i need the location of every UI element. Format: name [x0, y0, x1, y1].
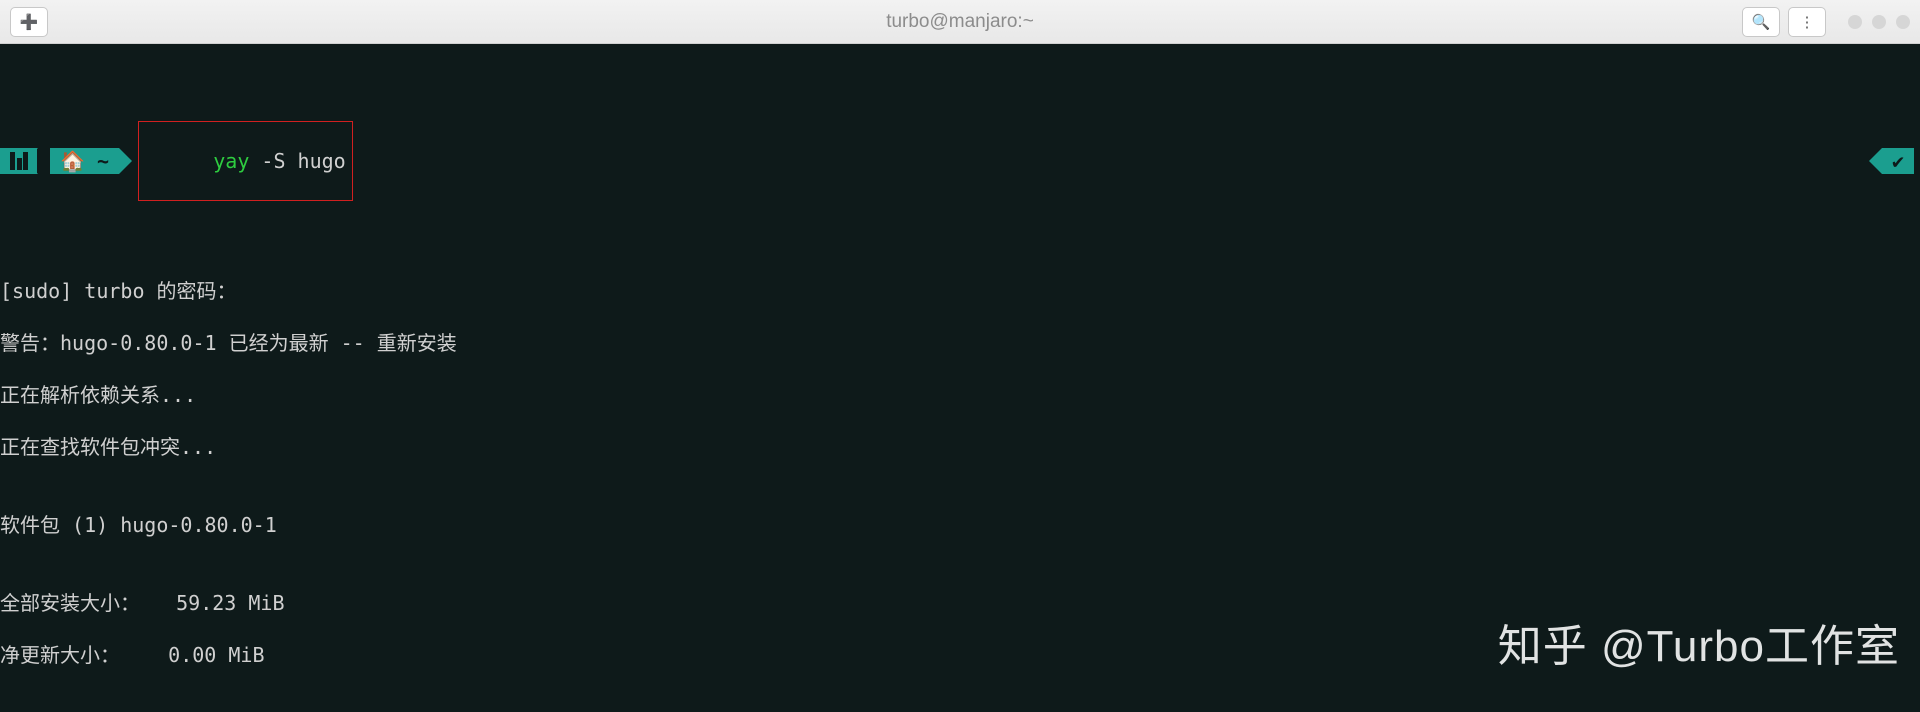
home-icon: 🏠 [60, 148, 97, 174]
kebab-menu-icon: ⋮ [1800, 13, 1815, 31]
path-segment: 🏠 ~ [50, 148, 119, 174]
output-line: 正在解析依赖关系... [0, 382, 1920, 408]
path-text: ~ [97, 148, 109, 174]
status-check-segment: ✔ [1882, 148, 1914, 174]
window-title: turbo@manjaro:~ [0, 11, 1920, 33]
manjaro-icon [10, 152, 28, 170]
command-binary: yay [213, 149, 249, 173]
output-line: 软件包 (1) hugo-0.80.0-1 [0, 512, 1920, 538]
plus-icon: ➕ [20, 13, 39, 31]
terminal-output: [sudo] turbo 的密码： 警告：hugo-0.80.0-1 已经为最新… [0, 252, 1920, 712]
search-button[interactable]: 🔍 [1742, 7, 1780, 37]
command-args: -S hugo [249, 149, 345, 173]
window-titlebar: ➕ turbo@manjaro:~ 🔍 ⋮ [0, 0, 1920, 44]
search-icon: 🔍 [1752, 13, 1771, 31]
distro-segment [0, 148, 38, 174]
output-line: 全部安装大小： 59.23 MiB [0, 590, 1920, 616]
menu-button[interactable]: ⋮ [1788, 7, 1826, 37]
new-tab-button[interactable]: ➕ [10, 7, 48, 37]
output-line: 净更新大小： 0.00 MiB [0, 642, 1920, 668]
output-line: 警告：hugo-0.80.0-1 已经为最新 -- 重新安装 [0, 330, 1920, 356]
check-icon: ✔ [1892, 148, 1904, 174]
maximize-dot[interactable] [1872, 15, 1886, 29]
output-line: 正在查找软件包冲突... [0, 434, 1920, 460]
command-highlight-box: yay -S hugo [138, 121, 353, 201]
output-line: [sudo] turbo 的密码： [0, 278, 1920, 304]
prompt-line-1: 🏠 ~ yay -S hugo ✔ [0, 148, 1920, 174]
minimize-dot[interactable] [1848, 15, 1862, 29]
window-controls[interactable] [1848, 15, 1910, 29]
close-dot[interactable] [1896, 15, 1910, 29]
terminal[interactable]: 🏠 ~ yay -S hugo ✔ [sudo] turbo 的密码： 警告：h… [0, 44, 1920, 712]
